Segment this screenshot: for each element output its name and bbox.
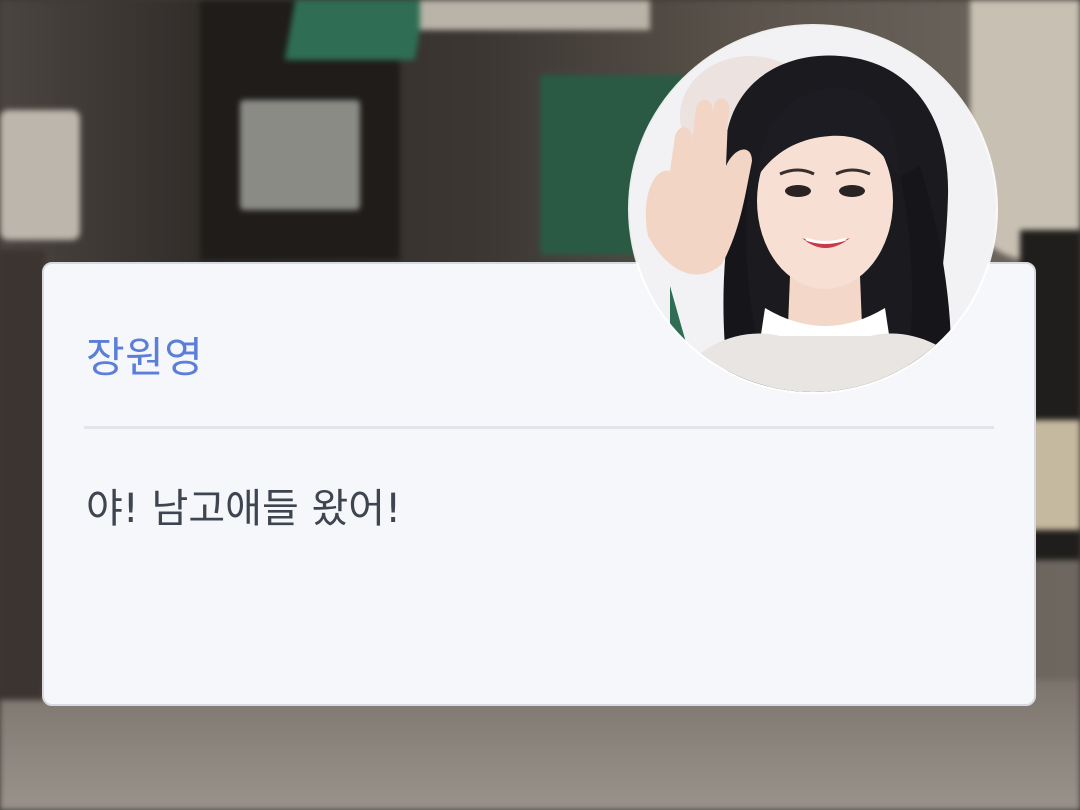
character-avatar — [630, 26, 996, 392]
background-desk — [0, 110, 80, 240]
background-rail — [284, 0, 426, 60]
visual-novel-scene: 장원영 야! 남고애들 왔어! — [0, 0, 1080, 810]
background-light — [420, 0, 650, 30]
background-left-dark — [0, 250, 45, 700]
dialog-message: 야! 남고애들 왔어! — [86, 486, 402, 532]
background-chair-panel — [240, 100, 360, 210]
character-portrait-icon — [630, 26, 996, 392]
dialog-divider — [84, 426, 994, 429]
background-right-beige — [1030, 420, 1080, 530]
speaker-name: 장원영 — [86, 333, 204, 382]
